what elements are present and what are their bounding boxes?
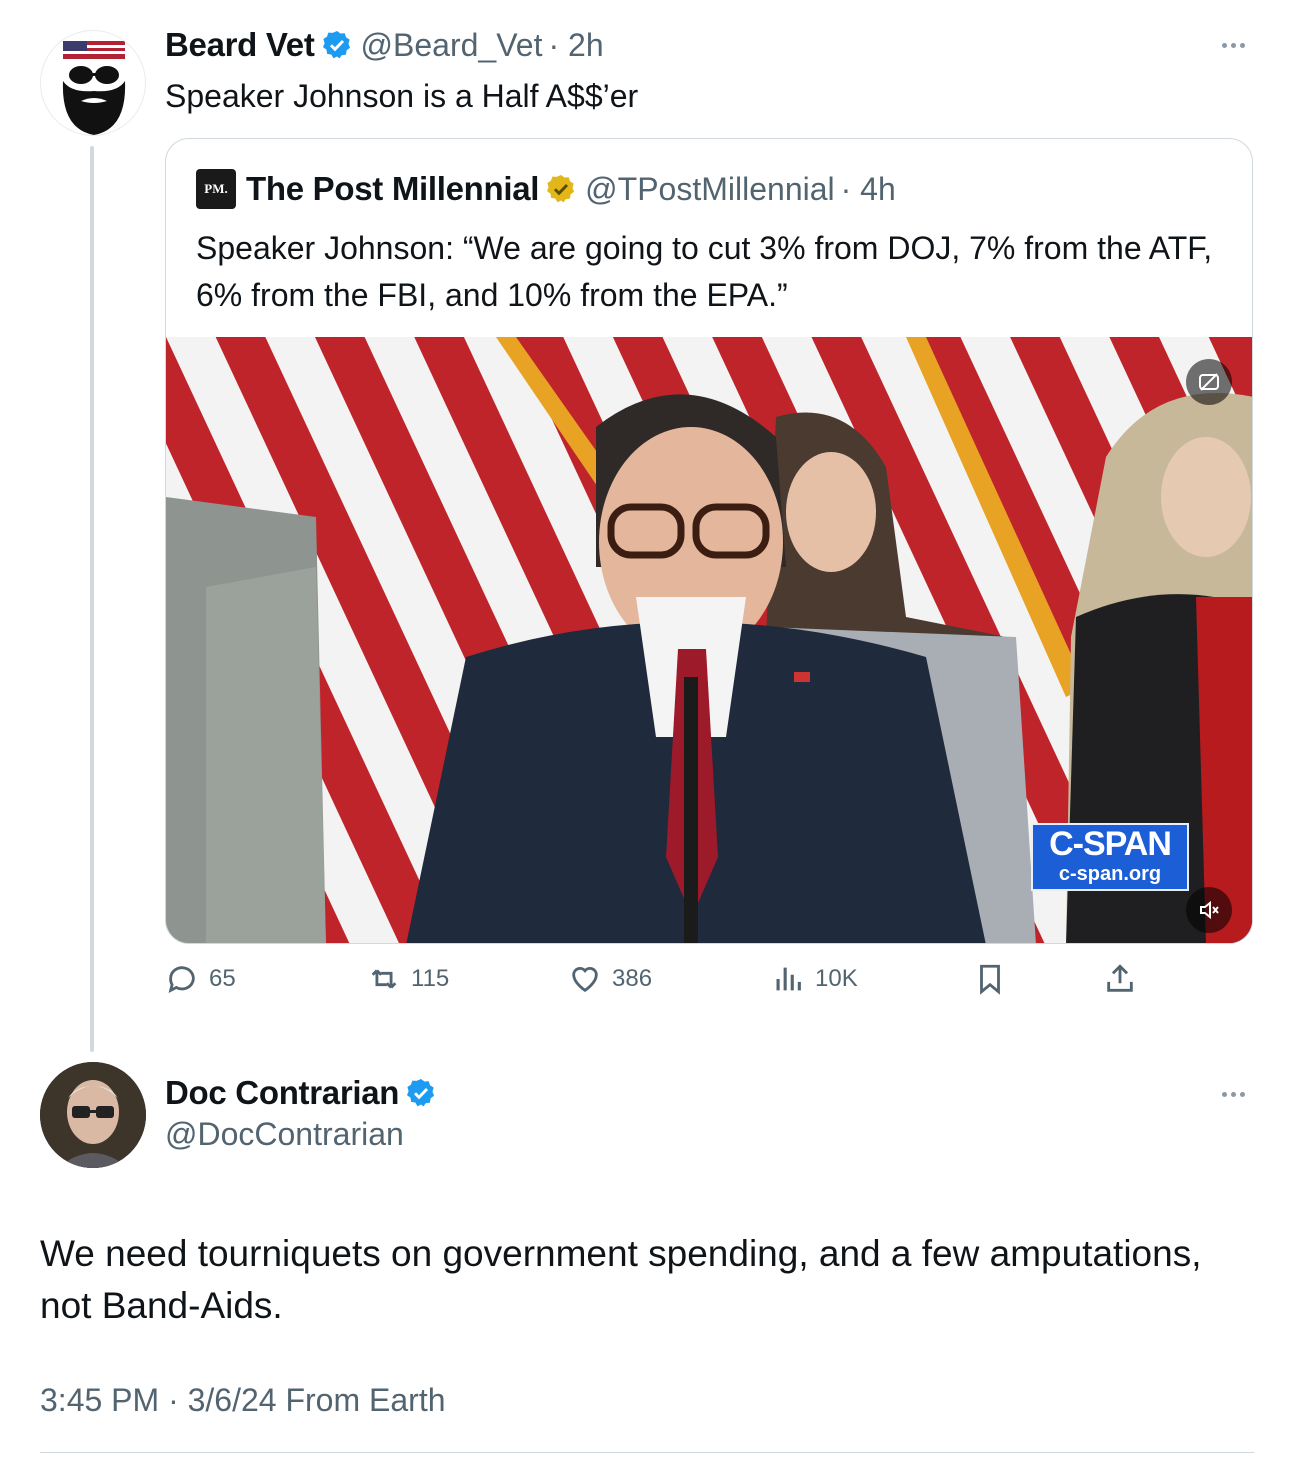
- like-icon: [572, 967, 598, 993]
- quote-author-handle: @TPostMillennial: [585, 170, 835, 207]
- views-button[interactable]: 10K: [771, 962, 858, 996]
- tweet2-header: Doc Contrarian: [165, 1074, 445, 1112]
- repost-count: 115: [411, 965, 450, 992]
- tweet1-author-handle[interactable]: @Beard_Vet: [361, 27, 543, 64]
- like-count: 386: [612, 965, 653, 992]
- gold-badge-icon: [547, 175, 575, 203]
- tweet1-header: Beard Vet @Beard_Vet · 2h: [165, 26, 604, 64]
- quote-author-name: The Post Millennial: [246, 170, 540, 207]
- cspan-url: c-span.org: [1058, 863, 1162, 885]
- reply-icon: [168, 966, 195, 993]
- tweet2-author-handle[interactable]: @DocContrarian: [165, 1116, 404, 1153]
- thread-connector-line: [90, 146, 94, 1052]
- reply-button[interactable]: 65: [165, 962, 236, 996]
- more-icon[interactable]: [1222, 43, 1245, 48]
- video-player[interactable]: C-SPAN c-span.org: [166, 337, 1252, 943]
- verified-badge-icon: [322, 31, 350, 59]
- quote-text: Speaker Johnson: “We are going to cut 3%…: [196, 230, 1213, 313]
- share-button[interactable]: [1103, 962, 1137, 996]
- views-icon: [776, 967, 801, 991]
- tweet-action-bar: 65 115 386 10K: [165, 962, 1165, 1006]
- beard-vet-avatar[interactable]: [40, 30, 146, 136]
- bookmark-icon: [980, 964, 1000, 995]
- doc-contrarian-avatar[interactable]: [40, 1062, 146, 1168]
- captions-icon[interactable]: [1186, 359, 1232, 405]
- divider: [40, 1452, 1254, 1453]
- bookmark-button[interactable]: [973, 962, 1007, 996]
- quote-time: · 4h: [840, 170, 896, 207]
- quote-header: PM. The Post Millennial @TPostMillennial…: [196, 169, 896, 209]
- tweet2-timestamp[interactable]: 3:45 PM · 3/6/24 From Earth: [40, 1382, 446, 1419]
- more-icon[interactable]: [1222, 1092, 1245, 1097]
- verified-badge-icon: [407, 1079, 435, 1107]
- cspan-title: C-SPAN: [1049, 825, 1172, 863]
- reply-count: 65: [209, 965, 236, 992]
- tweet1-author-name[interactable]: Beard Vet: [165, 26, 315, 64]
- repost-icon: [371, 969, 397, 989]
- share-icon: [1107, 964, 1133, 992]
- post-millennial-logo: PM.: [196, 169, 236, 209]
- tweet2-text: We need tourniquets on government spendi…: [40, 1233, 1202, 1326]
- repost-button[interactable]: 115: [367, 962, 449, 996]
- views-count: 10K: [815, 965, 858, 992]
- quoted-tweet-card[interactable]: PM. The Post Millennial @TPostMillennial…: [165, 138, 1253, 944]
- tweet1-text: Speaker Johnson is a Half A$$’er: [165, 78, 639, 114]
- tweet1-time[interactable]: · 2h: [548, 27, 603, 64]
- tweet2-author-name[interactable]: Doc Contrarian: [165, 1074, 399, 1112]
- cspan-watermark: C-SPAN c-span.org: [1031, 823, 1189, 891]
- mute-icon[interactable]: [1186, 887, 1232, 933]
- like-button[interactable]: 386: [568, 962, 652, 996]
